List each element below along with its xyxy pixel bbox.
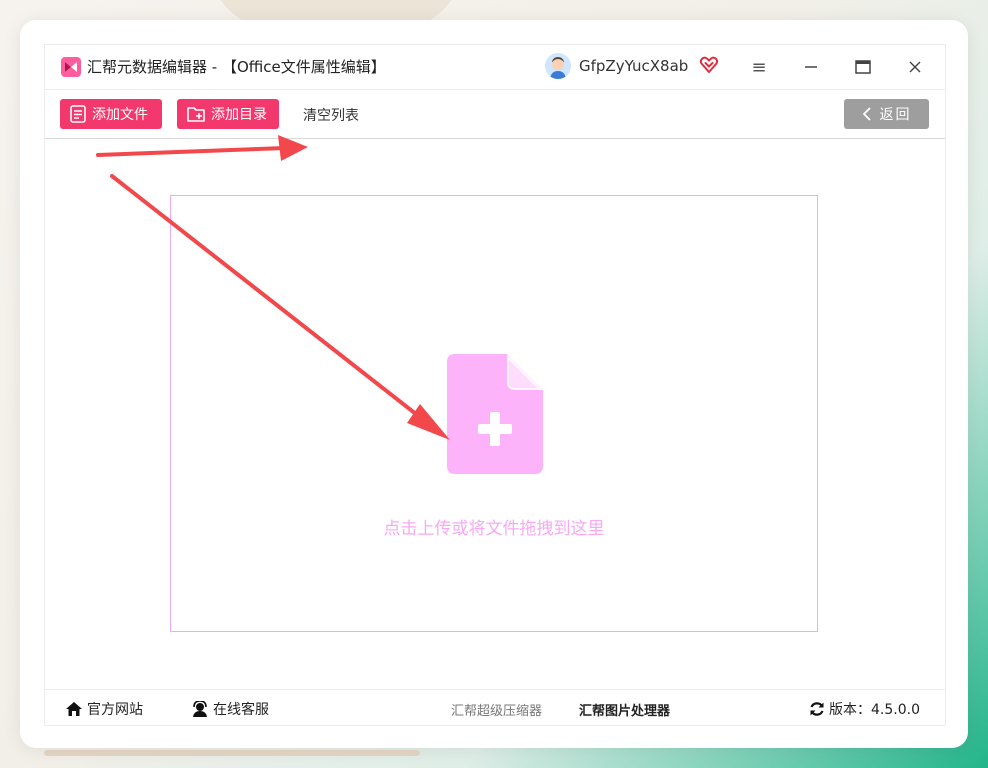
customer-service-icon — [193, 701, 207, 717]
add-folder-button[interactable]: 添加目录 — [177, 99, 279, 129]
minimize-button[interactable] — [797, 53, 825, 81]
minimize-icon — [805, 66, 817, 68]
app-title: 汇帮元数据编辑器 - 【Office文件属性编辑】 — [87, 58, 386, 76]
version-info[interactable]: 版本：4.5.0.0 — [809, 699, 920, 719]
app-window: 汇帮元数据编辑器 - 【Office文件属性编辑】 GfpZyYucX8ab ≡ — [44, 44, 946, 726]
add-folder-icon — [187, 107, 205, 122]
menu-icon[interactable]: ≡ — [745, 53, 773, 81]
title-bar: 汇帮元数据编辑器 - 【Office文件属性编辑】 GfpZyYucX8ab ≡ — [45, 45, 945, 90]
vip-heart-icon[interactable] — [699, 55, 719, 75]
file-drop-zone[interactable]: 点击上传或将文件拖拽到这里 — [170, 195, 818, 632]
upload-file-icon[interactable] — [447, 354, 543, 474]
official-website-label: 官方网站 — [87, 702, 143, 718]
version-label: 版本：4.5.0.0 — [829, 702, 920, 718]
refresh-icon — [810, 702, 824, 716]
menu-glyph: ≡ — [751, 56, 767, 78]
toolbar: 添加文件 添加目录 清空列表 返回 — [45, 90, 945, 139]
back-label: 返回 — [879, 107, 912, 123]
official-website-link[interactable]: 官方网站 — [65, 699, 143, 719]
back-button[interactable]: 返回 — [844, 99, 929, 129]
app-logo-icon — [61, 57, 81, 77]
online-support-link[interactable]: 在线客服 — [191, 699, 269, 719]
username[interactable]: GfpZyYucX8ab — [579, 57, 688, 75]
maximize-button[interactable] — [849, 53, 877, 81]
image-tool-link[interactable]: 汇帮图片处理器 — [579, 700, 670, 719]
close-icon — [909, 61, 921, 73]
drop-hint-text: 点击上传或将文件拖拽到这里 — [383, 519, 605, 539]
user-avatar[interactable] — [545, 53, 571, 79]
close-button[interactable] — [901, 53, 929, 81]
maximize-icon — [855, 60, 871, 74]
background-decoration-bar — [44, 750, 420, 756]
home-icon — [66, 702, 82, 716]
status-bar: 官方网站 在线客服 汇帮超级压缩器 汇帮图片处理器 版本：4.5.0.0 — [45, 689, 945, 726]
chevron-left-icon — [862, 107, 871, 121]
add-file-icon — [70, 105, 86, 123]
add-file-button[interactable]: 添加文件 — [60, 99, 162, 129]
compressor-link[interactable]: 汇帮超级压缩器 — [451, 700, 542, 719]
add-folder-label: 添加目录 — [211, 107, 267, 123]
online-support-label: 在线客服 — [213, 702, 269, 718]
add-file-label: 添加文件 — [92, 107, 148, 123]
clear-list-button[interactable]: 清空列表 — [303, 105, 359, 125]
